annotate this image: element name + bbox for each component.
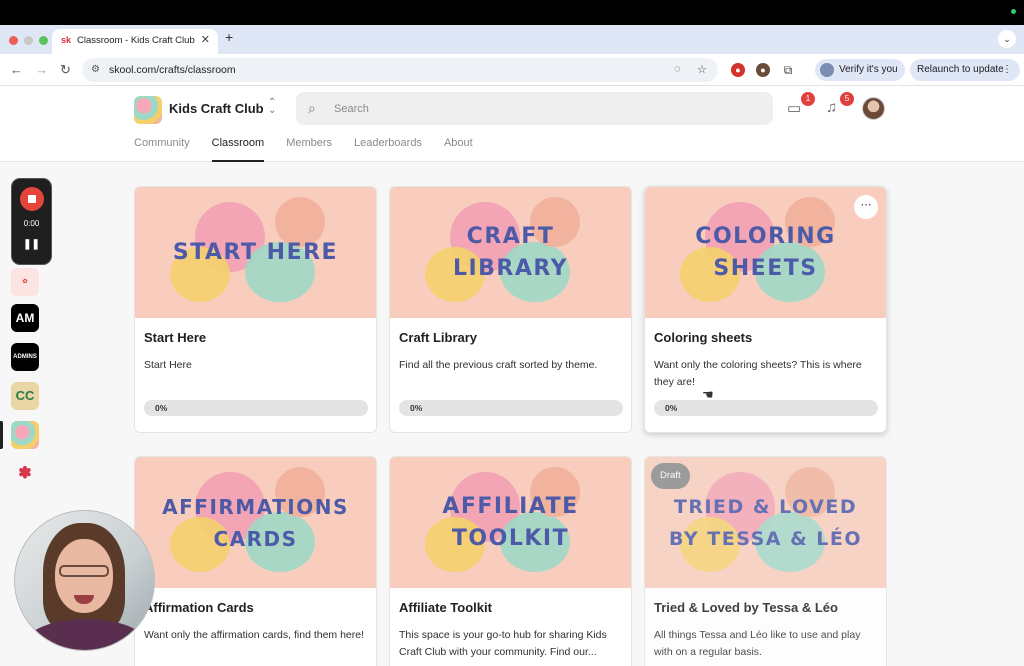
chat-badge: 1 bbox=[801, 92, 815, 106]
maximize-window-button[interactable] bbox=[39, 36, 48, 45]
browser-tab-classroom[interactable]: sk Classroom - Kids Craft Club ✕ bbox=[52, 29, 218, 54]
cover-title: Start Here bbox=[172, 239, 339, 265]
skool-favicon-icon: sk bbox=[61, 35, 72, 45]
extension-red-icon[interactable]: ● bbox=[731, 63, 745, 77]
chat-icon[interactable]: ▭ bbox=[787, 99, 801, 117]
course-title: Start Here bbox=[144, 330, 207, 345]
stop-recording-button[interactable] bbox=[20, 187, 44, 211]
tab-about[interactable]: About bbox=[444, 137, 473, 162]
tab-leaderboards[interactable]: Leaderboards bbox=[354, 137, 422, 162]
cover-title: Coloring Sheets bbox=[695, 223, 836, 281]
browser-tab-strip: sk Classroom - Kids Craft Club ✕ bbox=[0, 25, 1024, 54]
course-title: Tried & Loved by Tessa & Léo bbox=[654, 600, 838, 615]
verify-profile-button[interactable]: Verify it's you bbox=[815, 59, 905, 81]
eye-off-icon[interactable]: ◌ bbox=[674, 63, 681, 75]
course-progress-bar: 0% bbox=[399, 400, 623, 416]
more-options-icon[interactable]: ⋯ bbox=[854, 195, 878, 219]
search-input[interactable] bbox=[334, 100, 754, 118]
reload-icon[interactable]: ↻ bbox=[60, 62, 71, 78]
site-info-icon[interactable]: ⚙ bbox=[91, 64, 100, 75]
back-arrow-icon[interactable]: ← bbox=[10, 62, 23, 77]
relaunch-button[interactable]: Relaunch to update ⋮ bbox=[910, 59, 1020, 81]
course-card-craft-library[interactable]: Craft Library Craft Library Find all the… bbox=[389, 186, 632, 433]
course-cover: Affirmations Cards bbox=[135, 457, 376, 588]
course-card-coloring-sheets[interactable]: Coloring Sheets ⋯ Coloring sheets Want o… bbox=[644, 186, 887, 433]
minimize-window-button[interactable] bbox=[24, 36, 33, 45]
address-bar[interactable]: ⚙ skool.com/crafts/classroom ◌ ☆ bbox=[82, 58, 718, 82]
community-logo-kids-craft-club[interactable] bbox=[11, 421, 39, 449]
cover-title: Craft Library bbox=[452, 223, 569, 281]
webcam-overlay[interactable] bbox=[14, 510, 155, 651]
pause-icon[interactable]: ❚❚ bbox=[12, 239, 51, 250]
course-cover: Coloring Sheets ⋯ bbox=[645, 187, 886, 318]
hand-cursor-icon: ☚ bbox=[702, 387, 714, 402]
course-cover: Craft Library bbox=[390, 187, 631, 318]
search-icon: ⌕ bbox=[308, 100, 316, 116]
extensions-icon[interactable]: ⧉ bbox=[781, 63, 795, 77]
community-logo-am[interactable]: AM bbox=[11, 304, 39, 332]
progress-percent: 0% bbox=[410, 403, 423, 413]
system-top-bar bbox=[0, 0, 1024, 25]
extension-cookie-icon[interactable]: ● bbox=[756, 63, 770, 77]
progress-percent: 0% bbox=[665, 403, 678, 413]
course-card-affiliate-toolkit[interactable]: Affiliate Toolkit Affiliate Toolkit This… bbox=[389, 456, 632, 666]
group-name[interactable]: Kids Craft Club bbox=[169, 101, 264, 116]
course-description: Want only the coloring sheets? This is w… bbox=[654, 359, 862, 388]
progress-percent: 0% bbox=[155, 403, 168, 413]
community-logo-red-molecule[interactable]: ✽ bbox=[11, 460, 39, 488]
course-cover: Tried & Loved by Tessa & Léo Draft bbox=[645, 457, 886, 588]
close-tab-icon[interactable]: ✕ bbox=[201, 33, 210, 46]
course-title: Coloring sheets bbox=[654, 330, 753, 345]
course-description: Want only the affirmation cards, find th… bbox=[144, 629, 365, 641]
community-logo-sheets[interactable]: ✿ bbox=[11, 268, 39, 296]
draft-badge: Draft bbox=[651, 463, 690, 489]
relaunch-label: Relaunch to update bbox=[917, 64, 1004, 75]
main-nav-tabs: Community Classroom Members Leaderboards… bbox=[134, 137, 473, 162]
community-logo-admins[interactable]: ADMINS bbox=[11, 343, 39, 371]
tab-search-chevron-icon[interactable]: ⌄ bbox=[998, 30, 1016, 48]
group-switcher-icon[interactable]: ⌃ ⌄ bbox=[268, 98, 276, 116]
community-logo-cc[interactable]: CC bbox=[11, 382, 39, 410]
tab-members[interactable]: Members bbox=[286, 137, 332, 162]
camera-indicator-icon bbox=[1011, 9, 1016, 14]
forward-arrow-icon[interactable]: → bbox=[35, 62, 48, 77]
verify-label: Verify it's you bbox=[839, 64, 898, 75]
bell-icon[interactable]: ♫ bbox=[826, 99, 837, 116]
course-card-tried-and-loved[interactable]: Tried & Loved by Tessa & Léo Draft Tried… bbox=[644, 456, 887, 666]
profile-avatar-icon bbox=[820, 63, 834, 77]
course-title: Affiliate Toolkit bbox=[399, 600, 492, 615]
course-card-start-here[interactable]: Start Here Start Here Start Here 0% bbox=[134, 186, 377, 433]
cover-title: Affirmations Cards bbox=[162, 494, 349, 551]
notification-badge: 5 bbox=[840, 92, 854, 106]
cover-title: Affiliate Toolkit bbox=[442, 493, 579, 551]
browser-menu-icon[interactable]: ⋮ bbox=[1002, 59, 1012, 81]
course-progress-bar: 0% bbox=[654, 400, 878, 416]
course-description: All things Tessa and Léo like to use and… bbox=[654, 629, 861, 658]
recording-time: 0:00 bbox=[23, 219, 40, 228]
course-description: This space is your go-to hub for sharing… bbox=[399, 629, 607, 658]
site-header: Kids Craft Club ⌃⌄ ⌕ ▭ 1 ♫ 5 Community C… bbox=[0, 86, 1024, 162]
course-cover: Start Here bbox=[135, 187, 376, 318]
tab-title: Classroom - Kids Craft Club bbox=[77, 35, 195, 46]
course-card-affirmation-cards[interactable]: Affirmations Cards Affirmation Cards Wan… bbox=[134, 456, 377, 666]
search-box[interactable]: ⌕ bbox=[296, 92, 773, 125]
active-community-indicator bbox=[0, 421, 3, 449]
url-text: skool.com/crafts/classroom bbox=[109, 64, 236, 76]
screen-recorder-widget: 0:00 ❚❚ bbox=[11, 178, 52, 265]
course-cover: Affiliate Toolkit bbox=[390, 457, 631, 588]
tab-classroom[interactable]: Classroom bbox=[211, 137, 265, 162]
group-logo[interactable] bbox=[134, 96, 162, 124]
course-description: Start Here bbox=[144, 359, 192, 371]
course-title: Craft Library bbox=[399, 330, 478, 345]
new-tab-icon[interactable]: + bbox=[225, 29, 233, 45]
course-description: Find all the previous craft sorted by th… bbox=[399, 359, 598, 371]
close-window-button[interactable] bbox=[9, 36, 18, 45]
course-title: Affirmation Cards bbox=[144, 600, 254, 615]
user-avatar[interactable] bbox=[862, 97, 885, 120]
tab-community[interactable]: Community bbox=[134, 137, 190, 162]
star-icon[interactable]: ☆ bbox=[697, 63, 707, 76]
course-progress-bar: 0% bbox=[144, 400, 368, 416]
